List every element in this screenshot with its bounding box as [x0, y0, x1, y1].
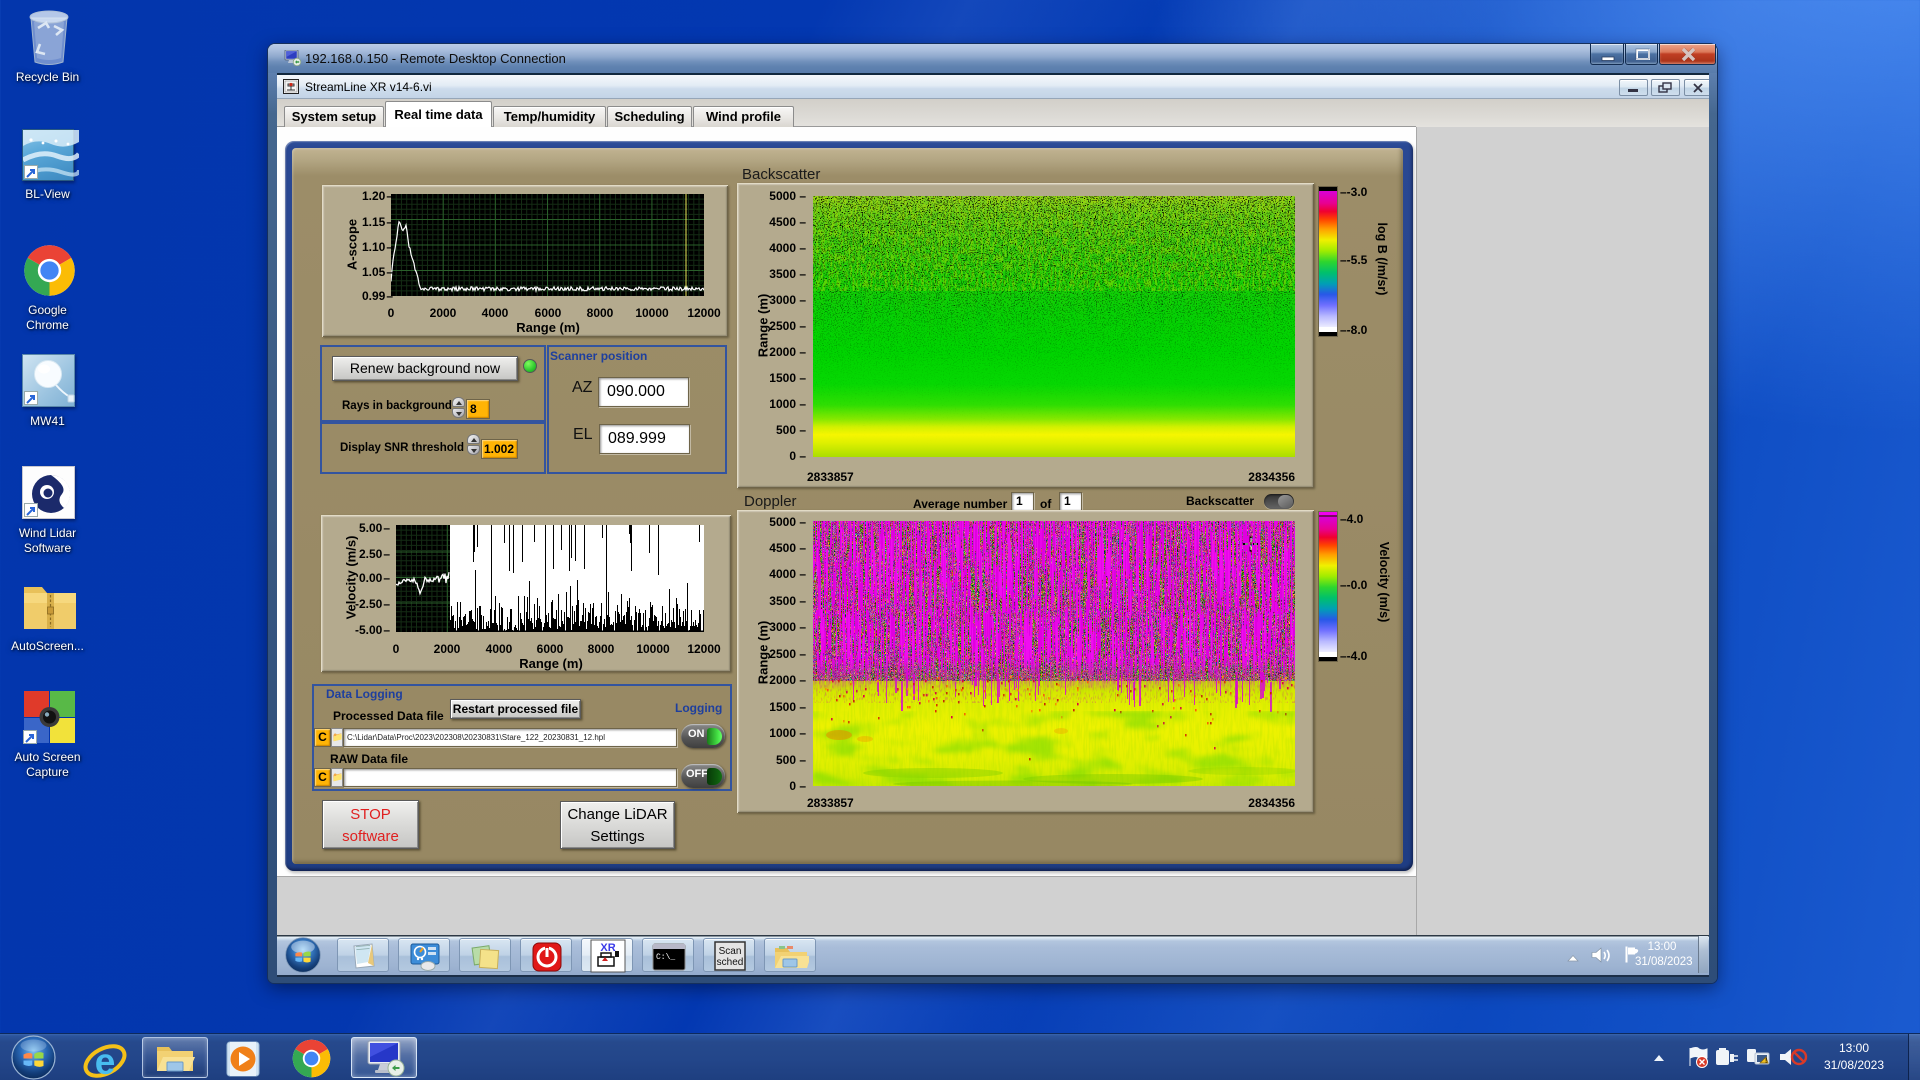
svg-text:C:\_: C:\_ [656, 953, 675, 962]
svg-text:!: ! [1765, 1058, 1767, 1065]
svg-text:Scan: Scan [719, 946, 742, 957]
svg-text:e: e [95, 1041, 116, 1080]
svg-text:XR: XR [600, 942, 615, 954]
svg-text:sched: sched [717, 957, 744, 968]
